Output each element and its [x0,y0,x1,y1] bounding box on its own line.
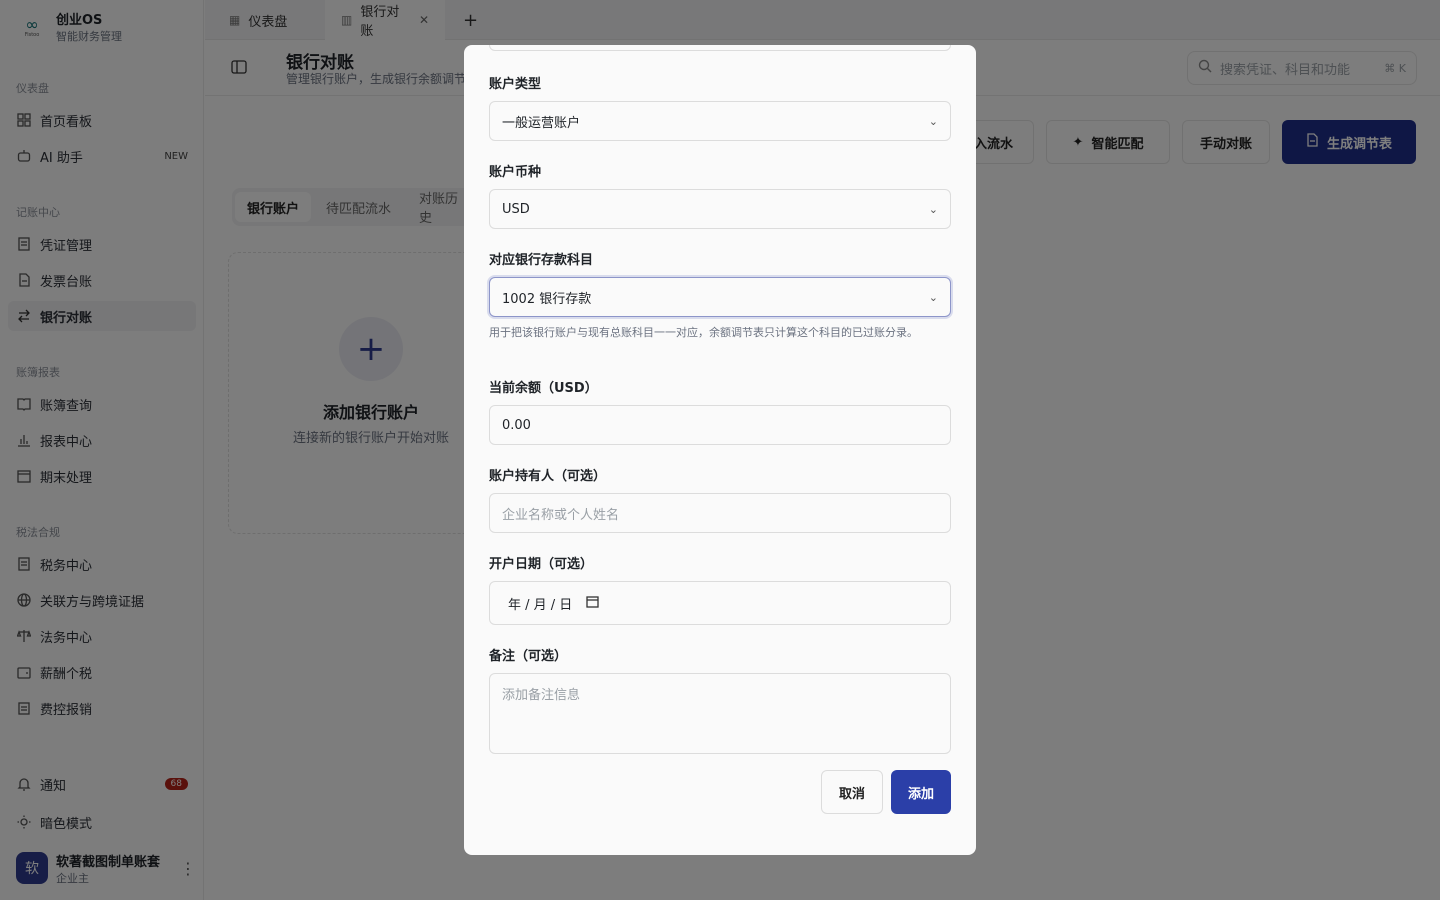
add-bank-account-dialog: 账户类型 一般运营账户 ⌄ 账户币种 USD ⌄ 对应银行存款科目 1002 银… [464,45,976,855]
submit-add-button[interactable]: 添加 [891,770,951,814]
input-placeholder: 企业名称或个人姓名 [502,507,620,523]
date-value: 年 / 月 / 日 [508,597,573,613]
selected-value: 1002 银行存款 [502,291,592,307]
account-type-label: 账户类型 [489,77,542,92]
open-date-label: 开户日期（可选） [489,557,594,572]
calendar-icon[interactable] [586,595,599,612]
holder-input[interactable]: 企业名称或个人姓名 [489,493,951,533]
open-date-input[interactable]: 年 / 月 / 日 [489,581,951,625]
subject-label: 对应银行存款科目 [489,253,594,268]
chevron-down-icon: ⌄ [928,114,938,128]
subject-hint: 用于把该银行账户与现有总账科目一一对应，余额调节表只计算这个科目的已过账分录。 [489,326,918,339]
balance-input[interactable]: 0.00 [489,405,951,445]
chevron-down-icon: ⌄ [928,290,938,304]
balance-label: 当前余额（USD） [489,381,598,396]
currency-label: 账户币种 [489,165,542,180]
notes-textarea[interactable]: 添加备注信息 [489,673,951,754]
chevron-down-icon: ⌄ [928,202,938,216]
account-name-field[interactable] [489,45,951,51]
input-value: 0.00 [502,417,531,433]
currency-select[interactable]: USD ⌄ [489,189,951,229]
selected-value: USD [502,201,530,217]
textarea-placeholder: 添加备注信息 [502,688,581,703]
selected-value: 一般运营账户 [502,115,581,131]
holder-label: 账户持有人（可选） [489,469,607,484]
account-type-select[interactable]: 一般运营账户 ⌄ [489,101,951,141]
notes-label: 备注（可选） [489,649,568,664]
subject-select[interactable]: 1002 银行存款 ⌄ [489,277,951,317]
cancel-button[interactable]: 取消 [821,770,883,814]
